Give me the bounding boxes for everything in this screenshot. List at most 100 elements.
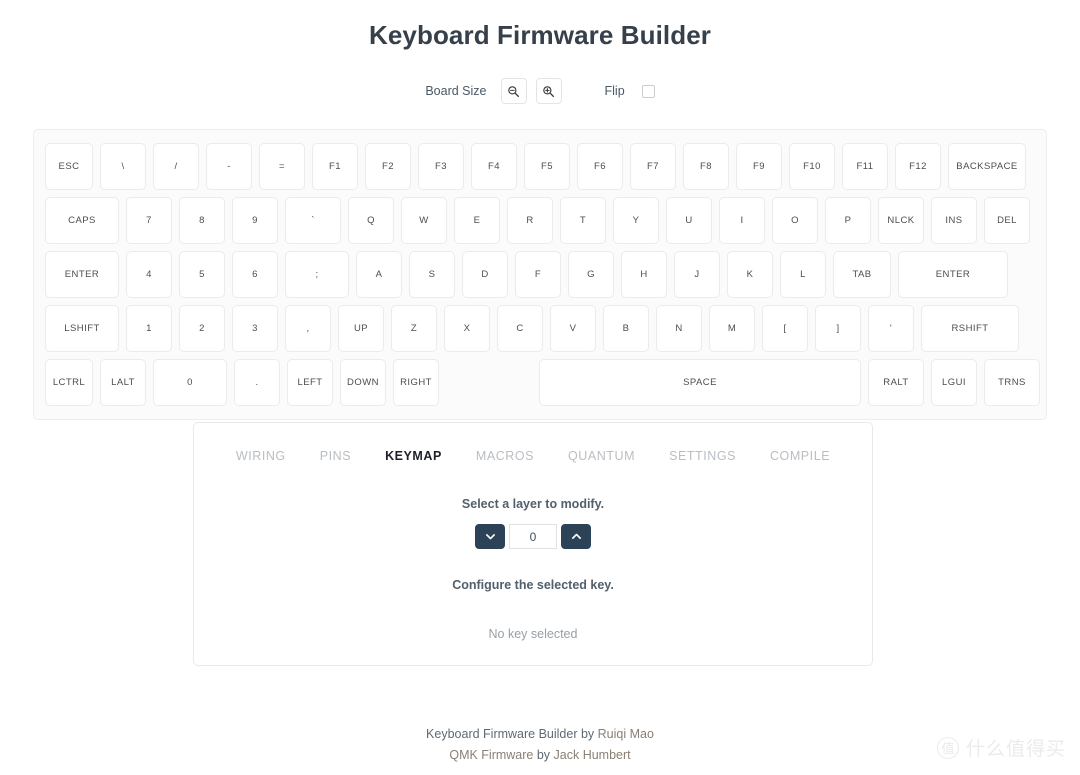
keyboard-key[interactable]: \: [100, 143, 146, 190]
keyboard-key[interactable]: U: [666, 197, 712, 244]
keyboard-key[interactable]: F1: [312, 143, 358, 190]
keyboard-key[interactable]: A: [356, 251, 402, 298]
keyboard-key[interactable]: LALT: [100, 359, 146, 406]
keyboard-key[interactable]: CAPS: [45, 197, 119, 244]
keyboard-key[interactable]: Q: [348, 197, 394, 244]
layer-value-input[interactable]: 0: [509, 524, 557, 549]
keyboard-key[interactable]: ENTER: [898, 251, 1008, 298]
keyboard-key[interactable]: SPACE: [539, 359, 861, 406]
footer-author-link[interactable]: Ruiqi Mao: [598, 727, 654, 741]
keyboard-key[interactable]: F11: [842, 143, 888, 190]
keyboard-key[interactable]: F3: [418, 143, 464, 190]
keyboard-key[interactable]: B: [603, 305, 649, 352]
keyboard-key[interactable]: INS: [931, 197, 977, 244]
keyboard-key[interactable]: TAB: [833, 251, 891, 298]
keyboard-key[interactable]: [: [762, 305, 808, 352]
keyboard-key[interactable]: RALT: [868, 359, 924, 406]
keyboard-key[interactable]: Z: [391, 305, 437, 352]
keyboard-key[interactable]: O: [772, 197, 818, 244]
keyboard-key[interactable]: L: [780, 251, 826, 298]
keyboard-key[interactable]: RIGHT: [393, 359, 439, 406]
keyboard-key[interactable]: F5: [524, 143, 570, 190]
keyboard-key[interactable]: F: [515, 251, 561, 298]
keyboard-key[interactable]: P: [825, 197, 871, 244]
keyboard-key[interactable]: LSHIFT: [45, 305, 119, 352]
keyboard-key[interactable]: J: [674, 251, 720, 298]
tab-macros[interactable]: MACROS: [475, 446, 535, 466]
tab-settings[interactable]: SETTINGS: [668, 446, 737, 466]
keyboard-key[interactable]: F10: [789, 143, 835, 190]
keyboard-key[interactable]: X: [444, 305, 490, 352]
keyboard-key[interactable]: S: [409, 251, 455, 298]
tab-keymap[interactable]: KEYMAP: [384, 446, 443, 466]
keyboard-key[interactable]: ]: [815, 305, 861, 352]
keyboard-key[interactable]: F6: [577, 143, 623, 190]
keyboard-key[interactable]: R: [507, 197, 553, 244]
keyboard-key[interactable]: ENTER: [45, 251, 119, 298]
keyboard-key[interactable]: ,: [285, 305, 331, 352]
keyboard-key[interactable]: W: [401, 197, 447, 244]
flip-checkbox[interactable]: [641, 84, 655, 98]
keyboard-key[interactable]: -: [206, 143, 252, 190]
keyboard-key[interactable]: E: [454, 197, 500, 244]
keyboard-key[interactable]: D: [462, 251, 508, 298]
keyboard-key[interactable]: G: [568, 251, 614, 298]
keyboard-key[interactable]: `: [285, 197, 341, 244]
zoom-out-button[interactable]: [500, 78, 527, 104]
keyboard-key[interactable]: K: [727, 251, 773, 298]
keyboard-key[interactable]: ESC: [45, 143, 93, 190]
keyboard-key[interactable]: Y: [613, 197, 659, 244]
keyboard-key[interactable]: F2: [365, 143, 411, 190]
keyboard-key[interactable]: BACKSPACE: [948, 143, 1026, 190]
keyboard-key[interactable]: 6: [232, 251, 278, 298]
keyboard-key[interactable]: H: [621, 251, 667, 298]
zoom-in-button[interactable]: [535, 78, 562, 104]
keyboard-key[interactable]: 5: [179, 251, 225, 298]
keyboard-key[interactable]: LEFT: [287, 359, 333, 406]
keyboard-key[interactable]: F7: [630, 143, 676, 190]
keyboard-key[interactable]: DOWN: [340, 359, 386, 406]
keyboard-key[interactable]: 0: [153, 359, 227, 406]
tab-pins[interactable]: PINS: [319, 446, 352, 466]
jack-humbert-link[interactable]: Jack Humbert: [554, 748, 631, 762]
layer-decrement-button[interactable]: [475, 524, 505, 549]
tab-wiring[interactable]: WIRING: [235, 446, 287, 466]
keyboard-key[interactable]: TRNS: [984, 359, 1040, 406]
keyboard-key[interactable]: NLCK: [878, 197, 924, 244]
tab-compile[interactable]: COMPILE: [769, 446, 831, 466]
keyboard-key[interactable]: .: [234, 359, 280, 406]
keyboard-key[interactable]: 8: [179, 197, 225, 244]
keyboard-key[interactable]: UP: [338, 305, 384, 352]
layer-increment-button[interactable]: [561, 524, 591, 549]
keyboard-key[interactable]: RSHIFT: [921, 305, 1019, 352]
keyboard-key[interactable]: F4: [471, 143, 517, 190]
keyboard-key[interactable]: 4: [126, 251, 172, 298]
qmk-firmware-link[interactable]: QMK Firmware: [449, 748, 533, 762]
config-card: WIRING PINS KEYMAP MACROS QUANTUM SETTINGS COM…: [193, 422, 873, 666]
keyboard-key[interactable]: /: [153, 143, 199, 190]
keyboard-key[interactable]: 2: [179, 305, 225, 352]
keyboard-key[interactable]: N: [656, 305, 702, 352]
keyboard-panel: ESC \ / - = F1 F2 F3 F4 F5 F6 F7 F8 F9 F10 F11 F12 BACKSP…: [33, 129, 1047, 420]
keyboard-key[interactable]: 7: [126, 197, 172, 244]
keyboard-key[interactable]: ': [868, 305, 914, 352]
keyboard-key[interactable]: I: [719, 197, 765, 244]
keyboard-key[interactable]: F12: [895, 143, 941, 190]
keyboard-key[interactable]: F9: [736, 143, 782, 190]
keyboard-key[interactable]: C: [497, 305, 543, 352]
keyboard-key[interactable]: LCTRL: [45, 359, 93, 406]
keyboard-key[interactable]: 3: [232, 305, 278, 352]
tab-quantum[interactable]: QUANTUM: [567, 446, 636, 466]
keyboard-key[interactable]: 1: [126, 305, 172, 352]
layer-controls: 0: [194, 524, 872, 549]
keyboard-key[interactable]: M: [709, 305, 755, 352]
keyboard-key[interactable]: F8: [683, 143, 729, 190]
flip-label: Flip: [604, 84, 625, 98]
keyboard-key[interactable]: 9: [232, 197, 278, 244]
keyboard-key[interactable]: LGUI: [931, 359, 977, 406]
keyboard-key[interactable]: ;: [285, 251, 349, 298]
keyboard-key[interactable]: DEL: [984, 197, 1030, 244]
keyboard-key[interactable]: =: [259, 143, 305, 190]
keyboard-key[interactable]: T: [560, 197, 606, 244]
keyboard-key[interactable]: V: [550, 305, 596, 352]
